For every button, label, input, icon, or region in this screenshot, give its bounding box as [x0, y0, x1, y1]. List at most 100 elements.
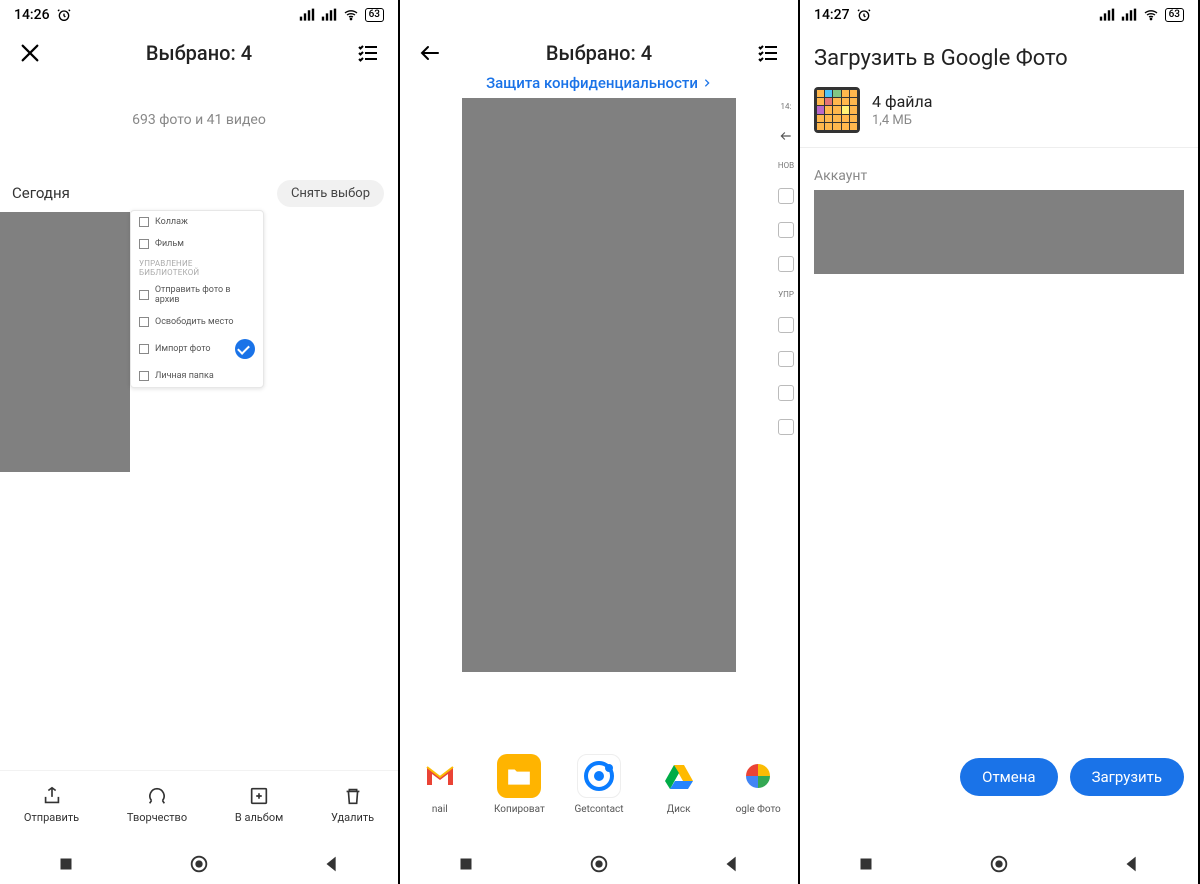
menu-freeup[interactable]: Освободить место	[131, 311, 263, 333]
select-all-button[interactable]	[750, 35, 786, 71]
share-targets: nail Копироват Getcontact Диск ogle Фото	[400, 748, 798, 844]
drawer-item-icon[interactable]	[778, 256, 794, 272]
home-button[interactable]	[588, 853, 610, 875]
back-arrow-icon[interactable]	[779, 129, 793, 143]
status-time: 14:26	[14, 7, 50, 23]
drawer-strip: 14: НОВ УПР	[774, 98, 798, 435]
privacy-link[interactable]: Защита конфиденциальности	[400, 74, 798, 92]
share-getcontact[interactable]: Getcontact	[566, 754, 632, 815]
status-time: 14:27	[814, 7, 850, 23]
back-button[interactable]	[1121, 853, 1143, 875]
recent-apps-button[interactable]	[855, 853, 877, 875]
recent-apps-button[interactable]	[455, 853, 477, 875]
create-button[interactable]: Творчество	[127, 785, 187, 824]
close-icon	[19, 42, 41, 64]
alarm-icon	[856, 7, 872, 23]
status-bar: 14:27 63	[800, 0, 1198, 30]
wifi-icon	[1143, 7, 1159, 23]
nav-bar	[800, 844, 1198, 884]
phone-screen-1: 14:26 63 Выбрано: 4 693 фото и 41 видео …	[0, 0, 400, 884]
upload-header: Загрузить в Google Фото	[800, 30, 1198, 81]
share-gmail[interactable]: nail	[407, 754, 473, 815]
account-selector[interactable]	[814, 190, 1184, 274]
album-icon	[248, 785, 270, 807]
menu-import[interactable]: Импорт фото	[131, 333, 263, 365]
share-google-photos[interactable]: ogle Фото	[725, 754, 791, 815]
dialog-buttons: Отмена Загрузить	[960, 758, 1184, 796]
photo-count: 693 фото и 41 видео	[0, 112, 398, 128]
back-arrow-icon	[418, 41, 442, 65]
action-label: Творчество	[127, 811, 187, 824]
action-label: Удалить	[331, 811, 374, 824]
trash-icon	[342, 785, 364, 807]
photo-preview[interactable]	[462, 98, 736, 672]
bottom-action-bar: Отправить Творчество В альбом Удалить	[0, 770, 398, 844]
getcontact-icon	[577, 754, 621, 798]
share-label: nail	[432, 804, 448, 815]
drive-icon	[657, 754, 701, 798]
photo-thumbnail[interactable]	[0, 212, 130, 472]
nav-bar	[0, 844, 398, 884]
send-button[interactable]: Отправить	[24, 785, 79, 824]
lock-icon	[139, 371, 149, 381]
share-copy[interactable]: Копироват	[486, 754, 552, 815]
drawer-label-new: НОВ	[778, 161, 794, 170]
share-drive[interactable]: Диск	[646, 754, 712, 815]
delete-button[interactable]: Удалить	[331, 785, 374, 824]
select-all-button[interactable]	[350, 35, 386, 71]
signal-icon-2	[1121, 7, 1137, 23]
wifi-icon	[343, 7, 359, 23]
menu-movie[interactable]: Фильм	[131, 233, 263, 255]
upload-body: Аккаунт Отмена Загрузить	[800, 148, 1198, 844]
drawer-item-icon[interactable]	[778, 351, 794, 367]
checklist-icon	[356, 41, 380, 65]
deselect-button[interactable]: Снять выбор	[277, 180, 384, 207]
alarm-icon	[56, 7, 72, 23]
share-icon	[41, 785, 63, 807]
import-icon	[139, 344, 149, 354]
freeup-icon	[139, 317, 149, 327]
file-size: 1,4 МБ	[872, 113, 932, 128]
drawer-item-icon[interactable]	[778, 222, 794, 238]
menu-label: Освободить место	[155, 317, 234, 327]
back-button[interactable]	[412, 35, 448, 71]
recent-apps-button[interactable]	[55, 853, 77, 875]
page-title: Загрузить в Google Фото	[814, 46, 1184, 71]
menu-locked[interactable]: Личная папка	[131, 365, 263, 387]
drawer-item-icon[interactable]	[778, 317, 794, 333]
back-button[interactable]	[721, 853, 743, 875]
movie-icon	[139, 239, 149, 249]
privacy-link-label: Защита конфиденциальности	[486, 74, 698, 92]
menu-section: Управление библиотекой	[131, 255, 263, 279]
upload-info: 4 файла 1,4 МБ	[872, 92, 932, 128]
header: Выбрано: 4	[0, 30, 398, 76]
overflow-menu: Коллаж Фильм Управление библиотекой Отпр…	[130, 210, 264, 388]
share-label: Диск	[667, 804, 691, 815]
drawer-item-icon[interactable]	[778, 385, 794, 401]
home-button[interactable]	[188, 853, 210, 875]
signal-icon-2	[321, 7, 337, 23]
account-label: Аккаунт	[800, 148, 1198, 190]
signal-icon	[299, 7, 315, 23]
status-bar: 14:26 63	[0, 0, 398, 30]
album-button[interactable]: В альбом	[235, 785, 283, 824]
home-button[interactable]	[988, 853, 1010, 875]
cancel-button[interactable]: Отмена	[960, 758, 1057, 796]
share-label: ogle Фото	[736, 804, 781, 815]
chevron-right-icon	[702, 78, 712, 88]
folder-icon	[497, 754, 541, 798]
close-button[interactable]	[12, 35, 48, 71]
menu-archive[interactable]: Отправить фото в архив	[131, 279, 263, 311]
menu-collage[interactable]: Коллаж	[131, 211, 263, 233]
share-label: Копироват	[494, 804, 545, 815]
back-button[interactable]	[321, 853, 343, 875]
upload-button[interactable]: Загрузить	[1070, 758, 1184, 796]
gallery-body: Сегодня Снять выбор Коллаж Фильм Управле…	[0, 128, 398, 770]
nav-bar	[400, 844, 798, 884]
header-title: Выбрано: 4	[48, 41, 350, 65]
drawer-item-icon[interactable]	[778, 419, 794, 435]
check-icon	[235, 339, 255, 359]
gmail-icon	[418, 754, 462, 798]
drawer-item-icon[interactable]	[778, 188, 794, 204]
share-label: Getcontact	[574, 804, 623, 815]
